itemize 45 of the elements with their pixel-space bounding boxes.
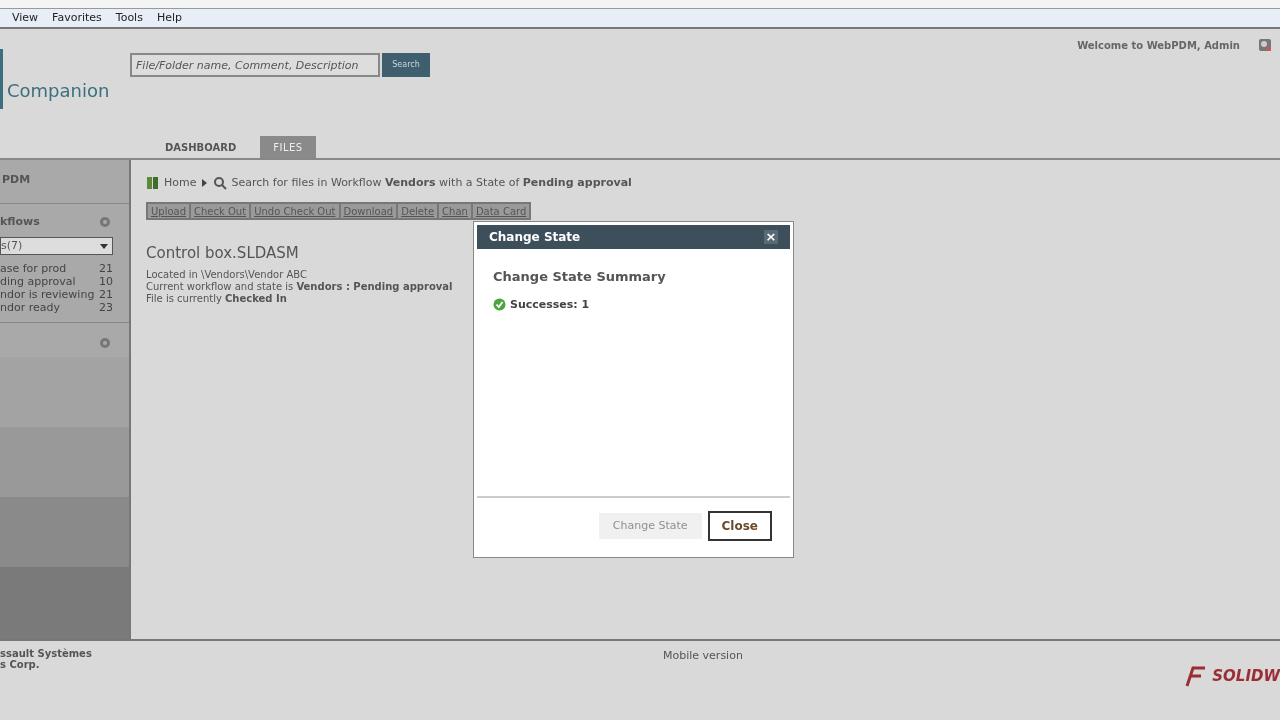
toolbar-button[interactable]: Delete: [398, 203, 438, 218]
logo-text: Companion: [7, 79, 110, 101]
workflow-item[interactable]: ding approval 10: [0, 275, 113, 288]
menu-item[interactable]: Help: [156, 9, 182, 27]
workflow-item[interactable]: ase for prod 21: [0, 262, 113, 275]
book-icon: [146, 176, 160, 191]
toolbar-button[interactable]: Check Out: [191, 203, 250, 218]
result-text: Successes: 1: [510, 296, 590, 313]
tab[interactable]: FILES: [260, 136, 316, 158]
close-icon[interactable]: ×: [764, 230, 778, 244]
toolbar-button[interactable]: Data Card: [472, 203, 530, 218]
file-info: Current workflow and state is Vendors : Pending approval: [146, 281, 453, 293]
search-button[interactable]: Search: [382, 53, 430, 77]
dialog-title-bar: Change State ×: [477, 225, 790, 249]
dialog-button[interactable]: Close: [707, 511, 772, 541]
welcome-text: Welcome to WebPDM, Admin: [1077, 39, 1240, 53]
gear-icon[interactable]: [99, 215, 111, 228]
toolbar-button[interactable]: Upload: [148, 203, 190, 218]
breadcrumb-link[interactable]: Home: [164, 175, 197, 192]
copyright-text: ssault Systèmes: [0, 648, 93, 659]
toolbar-button[interactable]: Chan: [439, 203, 471, 218]
search-icon: [213, 176, 228, 191]
dialog-heading: Change State Summary: [493, 268, 667, 286]
copyright-text: s Corp.: [0, 659, 41, 670]
toolbar-button[interactable]: Download: [340, 203, 397, 218]
file-info: File is currently Checked In: [146, 293, 287, 305]
file-title: Control box.SLDASM: [146, 242, 300, 264]
menu-item[interactable]: Tools: [115, 9, 143, 27]
user-icon[interactable]: [1258, 38, 1272, 52]
mobile-link[interactable]: Mobile version: [663, 648, 743, 662]
menu-item[interactable]: View: [12, 9, 39, 27]
search-field[interactable]: File/Folder name, Comment, Description: [130, 53, 380, 77]
section-title: kflows: [0, 213, 40, 230]
sidebar-title: PDM: [0, 160, 129, 204]
gear-icon[interactable]: [99, 337, 111, 349]
workflow-item[interactable]: ndor ready 23: [0, 301, 113, 314]
menu-item[interactable]: Favorites: [52, 9, 102, 27]
file-info: Located in \Vendors\Vendor ABC: [146, 269, 307, 281]
tab[interactable]: DASHBOARD: [160, 136, 242, 158]
breadcrumb-text: Search for files in Workflow Vendors with a State of Pending approval: [231, 175, 632, 191]
check-circle-icon: [493, 298, 506, 312]
workflow-item[interactable]: ndor is reviewing 21: [0, 288, 113, 301]
toolbar-button[interactable]: Undo Check Out: [251, 203, 339, 218]
workflow-dropdown[interactable]: s(7): [0, 237, 113, 255]
solidworks-logo: SOLIDW: [1183, 663, 1280, 689]
